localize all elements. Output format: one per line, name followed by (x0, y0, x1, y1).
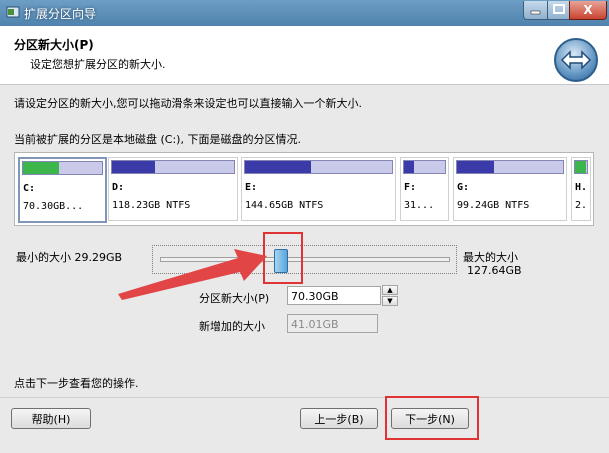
page-title: 分区新大小(P) (14, 38, 94, 52)
footer-divider (0, 397, 609, 398)
partition-info: 70.30GB... (23, 201, 84, 212)
minimize-button[interactable] (523, 1, 549, 20)
spin-down-icon[interactable]: ▼ (382, 296, 398, 306)
disk-description: 当前被扩展的分区是本地磁盘 (C:), 下面是磁盘的分区情况. (14, 133, 301, 146)
partition-letter: F: (404, 182, 417, 193)
back-button[interactable]: 上一步(B) (300, 408, 378, 429)
partition-info: 99.24GB NTFS (457, 200, 530, 211)
partition-d[interactable]: D: 118.23GB NTFS (108, 157, 238, 221)
partition-f[interactable]: F: 31... (400, 157, 449, 221)
max-size-label: 最大的大小 (463, 251, 518, 264)
footer-hint: 点击下一步查看您的操作. (14, 377, 139, 390)
added-size-label: 新增加的大小 (199, 320, 265, 333)
added-size-field: 41.01GB (287, 314, 378, 333)
max-size-value: 127.64GB (467, 264, 522, 277)
close-button[interactable]: X (569, 1, 607, 20)
partition-letter: G: (457, 182, 470, 193)
window-title: 扩展分区向导 (24, 7, 97, 21)
app-icon (6, 6, 20, 18)
maximize-button[interactable] (547, 1, 571, 20)
partition-info: 144.65GB NTFS (245, 200, 324, 211)
partition-usage-bar (23, 162, 59, 174)
page-subtitle: 设定您想扩展分区的新大小. (30, 58, 166, 71)
minimize-icon (530, 10, 541, 15)
partition-letter: H. (575, 182, 588, 193)
partition-e[interactable]: E: 144.65GB NTFS (241, 157, 396, 221)
partition-usage-bar (112, 161, 155, 173)
highlight-box (385, 396, 479, 440)
partition-usage-bar (404, 161, 415, 173)
maximize-icon (553, 4, 565, 14)
new-size-label: 分区新大小(P) (199, 292, 270, 305)
min-size-label: 最小的大小 29.29GB (16, 251, 123, 264)
partition-info: 31... (404, 200, 435, 211)
partition-usage-bar (245, 161, 312, 173)
partition-logo-icon (554, 38, 598, 82)
partition-h[interactable]: H. 2. (571, 157, 591, 221)
partition-info: 2. (575, 200, 588, 211)
disk-map: C: 70.30GB... D: 118.23GB NTFS E: 144.65… (14, 152, 594, 226)
help-button[interactable]: 帮助(H) (11, 408, 91, 429)
partition-c[interactable]: C: 70.30GB... (18, 157, 107, 223)
partition-usage-bar (457, 161, 495, 173)
instruction-text: 请设定分区的新大小,您可以拖动滑条来设定也可以直接输入一个新大小. (14, 97, 362, 110)
partition-letter: C: (23, 183, 36, 194)
close-icon: X (583, 3, 593, 17)
partition-g[interactable]: G: 99.24GB NTFS (453, 157, 567, 221)
partition-info: 118.23GB NTFS (112, 200, 191, 211)
double-arrow-icon (560, 50, 592, 70)
partition-letter: D: (112, 182, 125, 193)
spin-up-icon[interactable]: ▲ (382, 285, 398, 295)
partition-letter: E: (245, 182, 258, 193)
new-size-input[interactable]: 70.30GB (287, 286, 381, 305)
partition-usage-bar (575, 161, 586, 173)
